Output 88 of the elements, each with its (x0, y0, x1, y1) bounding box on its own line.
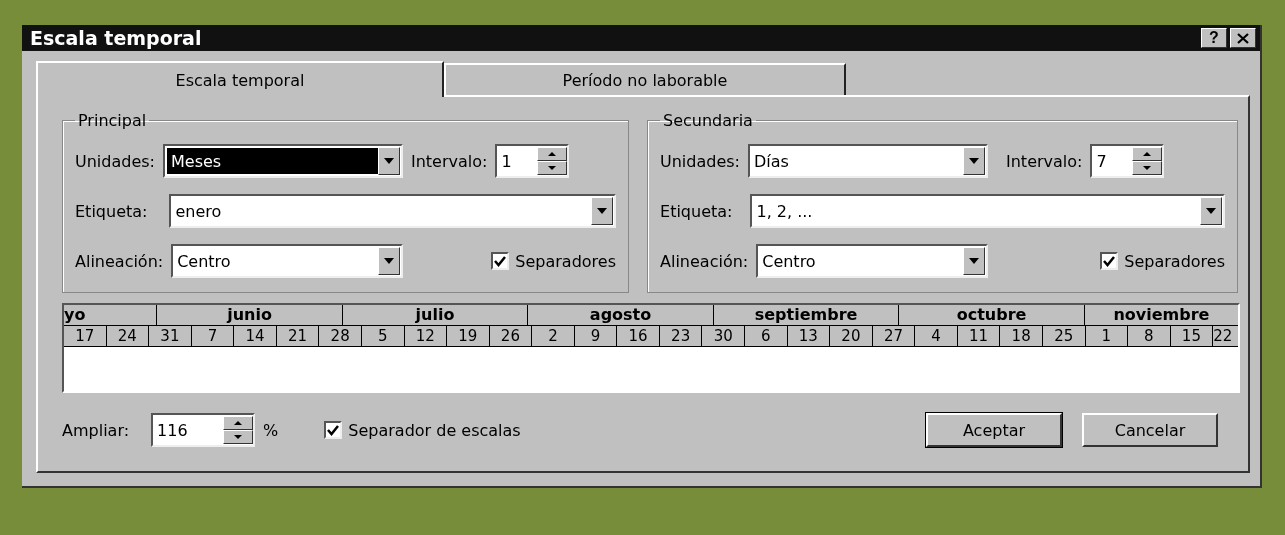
caret-icon (384, 158, 394, 164)
day-label: 4 (915, 326, 958, 346)
dialog-button[interactable]: Cancelar (1082, 413, 1218, 447)
dialog-button[interactable]: Aceptar (926, 413, 1062, 447)
caret-icon (597, 208, 607, 214)
group-title: Principal (77, 111, 148, 130)
day-label: 1 (1085, 326, 1129, 346)
day-label: 22 (1213, 326, 1234, 346)
month-label: noviembre (1112, 305, 1211, 325)
alignment-dropdown[interactable]: Centro (171, 244, 404, 278)
alignment-dropdown[interactable]: Centro (756, 244, 989, 278)
field-label: Alineación: (75, 251, 164, 271)
day-label: 25 (1042, 326, 1086, 346)
label-dropdown[interactable]: 1, 2, ... (750, 194, 1225, 228)
check-icon (327, 424, 340, 436)
day-label: 23 (659, 326, 703, 346)
day-label: 8 (1128, 326, 1171, 346)
day-label: 27 (872, 326, 916, 346)
day-label: 19 (447, 326, 490, 346)
day-label: 30 (702, 326, 745, 346)
checkbox[interactable] (324, 421, 343, 439)
checkbox[interactable] (491, 252, 510, 270)
caret-icon (384, 258, 395, 264)
field-label: Intervalo: (1006, 151, 1083, 171)
day-label: 20 (830, 326, 873, 346)
interval-field[interactable]: 1 (495, 144, 570, 178)
field-label: Intervalo: (411, 151, 488, 171)
dropdown-button[interactable] (378, 247, 401, 275)
field-label: Etiqueta: (660, 201, 733, 221)
field-label: Unidades: (75, 151, 155, 171)
day-label: 26 (489, 326, 533, 346)
day-label: 21 (276, 326, 320, 346)
checkbox-label: Separadores (1124, 251, 1225, 271)
day-label: 15 (1170, 326, 1214, 346)
month-label: yo (64, 305, 158, 325)
month-label: julio (342, 305, 529, 325)
spin-buttons[interactable] (1132, 147, 1163, 175)
dropdown-button[interactable] (963, 247, 986, 275)
interval-field[interactable]: 7 (1090, 144, 1165, 178)
checkbox[interactable] (1100, 252, 1119, 270)
tab[interactable]: Período no laborable (444, 63, 846, 95)
caret-icon (1206, 208, 1216, 214)
label-dropdown[interactable]: enero (169, 194, 616, 228)
spin-buttons[interactable] (223, 416, 254, 444)
day-label: 7 (191, 326, 235, 346)
zoom-field[interactable]: 116 (151, 413, 256, 447)
field-label: Alineación: (660, 251, 749, 271)
dropdown-button[interactable] (963, 147, 985, 175)
day-label: 11 (957, 326, 1001, 346)
units-dropdown[interactable]: Meses (163, 144, 403, 178)
close-button[interactable] (1230, 28, 1256, 48)
close-icon (1237, 32, 1249, 44)
units-dropdown[interactable]: Días (748, 144, 988, 178)
day-label: 12 (404, 326, 448, 346)
month-label: agosto (528, 305, 714, 325)
day-label: 24 (106, 326, 150, 346)
day-label: 17 (64, 326, 107, 346)
day-label: 31 (149, 326, 192, 346)
dropdown-button[interactable] (1200, 197, 1222, 225)
group-title: Secundaria (662, 111, 754, 130)
day-label: 16 (617, 326, 660, 346)
day-label: 2 (532, 326, 575, 346)
month-label: septiembre (713, 305, 900, 325)
day-label: 6 (745, 326, 788, 346)
help-button[interactable]: ? (1201, 28, 1227, 48)
month-label: junio (157, 305, 343, 325)
zoom-label: Ampliar: (62, 420, 130, 440)
window-title: Escala temporal (30, 27, 203, 49)
tab[interactable]: Escala temporal (36, 61, 444, 97)
field-label: Unidades: (660, 151, 740, 171)
dropdown-button[interactable] (378, 147, 400, 175)
checkbox-label: Separadores (515, 251, 616, 271)
day-label: 5 (361, 326, 405, 346)
caret-icon (969, 158, 979, 164)
month-label: octubre (899, 305, 1085, 325)
day-label: 18 (1000, 326, 1043, 346)
percent-label: % (263, 420, 279, 440)
day-label: 9 (574, 326, 618, 346)
dropdown-button[interactable] (591, 197, 613, 225)
check-icon (1103, 255, 1116, 267)
field-label: Etiqueta: (75, 201, 148, 221)
day-label: 28 (319, 326, 362, 346)
caret-icon (969, 258, 980, 264)
checkbox-label: Separador de escalas (348, 420, 521, 440)
day-label: 14 (234, 326, 277, 346)
spin-buttons[interactable] (537, 147, 568, 175)
check-icon (494, 255, 507, 267)
day-label: 13 (787, 326, 831, 346)
